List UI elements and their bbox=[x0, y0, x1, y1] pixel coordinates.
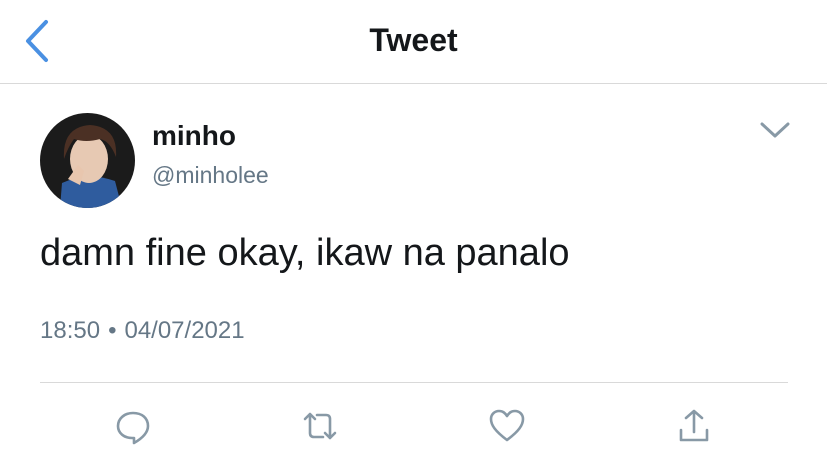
tweet-options-button[interactable] bbox=[758, 118, 792, 142]
share-button[interactable] bbox=[674, 406, 714, 446]
comment-icon bbox=[116, 411, 150, 445]
author-name[interactable]: minho bbox=[152, 120, 236, 152]
tweet-timestamp: 18:50 • 04/07/2021 bbox=[40, 317, 245, 345]
heart-icon bbox=[489, 409, 525, 442]
avatar-image bbox=[40, 113, 135, 208]
retweet-button[interactable] bbox=[300, 406, 340, 446]
chevron-down-icon bbox=[760, 122, 790, 138]
top-nav-bar: Tweet bbox=[0, 0, 827, 84]
share-icon bbox=[679, 409, 709, 442]
page-title: Tweet bbox=[369, 22, 458, 58]
avatar[interactable] bbox=[40, 113, 135, 208]
retweet-icon bbox=[303, 412, 337, 440]
divider bbox=[40, 382, 788, 383]
author-handle[interactable]: @minholee bbox=[152, 162, 269, 189]
like-button[interactable] bbox=[487, 406, 527, 446]
reply-button[interactable] bbox=[113, 406, 153, 446]
tweet-date: 04/07/2021 bbox=[124, 317, 245, 344]
tweet-text: damn fine okay, ikaw na panalo bbox=[40, 232, 570, 274]
meta-separator: • bbox=[108, 317, 117, 344]
tweet-time: 18:50 bbox=[40, 317, 101, 344]
